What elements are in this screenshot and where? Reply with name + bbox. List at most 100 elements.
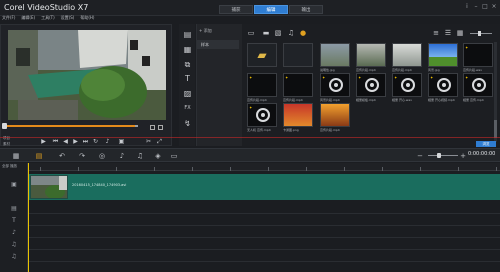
clip-name: 20160415_174840_174903.avi (72, 183, 127, 187)
library-thumbnail[interactable]: ✦ (283, 73, 313, 97)
zoom-out-icon[interactable]: − (416, 152, 424, 160)
library-thumbnail[interactable]: ✦ (463, 73, 493, 97)
path-icon[interactable]: ↯ (183, 119, 192, 128)
library-thumbnail[interactable]: ▰ (247, 43, 277, 67)
thumbnail-view-icon[interactable]: ▦ (456, 29, 464, 37)
previous-frame-icon[interactable]: ◀ (62, 138, 69, 145)
play-icon[interactable]: ▶ (40, 138, 47, 145)
music-track-icon[interactable]: ♫ (10, 241, 18, 248)
voice-track-icon[interactable]: ♪ (10, 229, 18, 236)
zoom-slider[interactable] (428, 155, 458, 156)
split-clip-icon[interactable]: ✂ (145, 138, 152, 145)
new-item-flag-icon: ✦ (249, 105, 253, 110)
maximize-icon[interactable]: □ (481, 3, 489, 11)
clip-thumbnail[interactable] (30, 175, 68, 199)
video-track[interactable] (28, 174, 500, 200)
thumb-size-slider[interactable] (470, 33, 492, 34)
motion-tracking-icon[interactable]: ◈ (154, 152, 162, 160)
menu-settings[interactable]: 设置(S) (61, 15, 75, 23)
tab-capture[interactable]: 捕获 (219, 5, 253, 14)
new-item-flag-icon: ✦ (322, 75, 326, 80)
library-thumbnail[interactable] (283, 103, 313, 127)
library-thumbnail-caption: 宣传片段.mp4 (247, 98, 267, 102)
instant-project-icon[interactable]: ▦ (183, 45, 192, 54)
end-icon[interactable]: ⏭ (82, 138, 89, 145)
library-scroll-thumb[interactable] (494, 120, 497, 138)
library-thumbnail[interactable]: ✦ (247, 73, 277, 97)
scrubber-handle[interactable] (2, 123, 7, 129)
title-track-icon[interactable]: T (10, 217, 18, 224)
enlarge-icon[interactable]: ⤢ (156, 138, 163, 145)
home-icon[interactable]: ⏮ (52, 138, 59, 145)
video-track-icon[interactable]: ▣ (10, 181, 18, 188)
list-view-icon[interactable]: ☰ (444, 29, 452, 37)
record-capture-icon[interactable]: ◎ (98, 152, 106, 160)
library-thumbnail[interactable]: ✦ (463, 43, 493, 67)
ruler-tick (78, 167, 79, 171)
tab-share[interactable]: 输出 (289, 5, 323, 14)
show-video-icon[interactable]: ▬ (262, 29, 270, 37)
zoom-slider-handle[interactable] (436, 153, 441, 158)
undo-icon[interactable]: ↶ (58, 152, 66, 160)
filter-icon[interactable]: FX (183, 104, 192, 113)
library-thumbnail[interactable]: ✦ (320, 73, 350, 97)
library-thumbnail-caption: 卡通图.png (283, 128, 299, 132)
library-thumbnail[interactable]: ✦ (428, 73, 458, 97)
show-audio-icon[interactable]: ♫ (287, 29, 295, 37)
new-item-flag-icon: ✦ (394, 75, 398, 80)
volume-icon[interactable]: ♪ (104, 138, 111, 145)
timeline-timecode[interactable]: 0:00:00:00 (468, 151, 495, 157)
info-icon[interactable]: i (463, 3, 471, 11)
library-thumbnail[interactable]: ✦ (392, 73, 422, 97)
timeline-ruler[interactable] (28, 163, 500, 171)
hd-icon[interactable]: ▣ (118, 138, 125, 145)
new-item-flag-icon: ✦ (249, 75, 253, 80)
repeat-icon[interactable]: ↻ (92, 138, 99, 145)
browse-button[interactable]: 浏览 (476, 141, 496, 147)
close-icon[interactable]: × (490, 3, 498, 11)
menu-help[interactable]: 帮助(H) (80, 15, 94, 23)
transition-icon[interactable]: ⧉ (183, 60, 192, 69)
menu-file[interactable]: 文件(F) (2, 15, 15, 23)
library-thumbnail[interactable] (392, 43, 422, 67)
music-track-2-icon[interactable]: ♫ (10, 253, 18, 260)
all-tracks-label[interactable]: 全部 播放 (2, 164, 17, 169)
thumb-size-handle[interactable] (478, 31, 481, 36)
add-folder-button[interactable]: + 添加 (199, 28, 212, 34)
show-photo-icon[interactable]: ▧ (274, 29, 282, 37)
library-thumbnail[interactable] (320, 103, 350, 127)
media-icon[interactable]: ▤ (183, 30, 192, 39)
storyboard-view-icon[interactable]: ▦ (12, 152, 20, 160)
library-thumbnail[interactable] (428, 43, 458, 67)
auto-music-icon[interactable]: ♫ (136, 152, 144, 160)
library-thumbnail[interactable] (320, 43, 350, 67)
next-frame-icon[interactable]: ▶ (72, 138, 79, 145)
redo-icon[interactable]: ↷ (78, 152, 86, 160)
zoom-in-icon[interactable]: + (459, 152, 467, 160)
sort-icon[interactable]: ≡ (432, 29, 440, 37)
import-media-icon[interactable]: ▭ (247, 29, 255, 37)
lock-icon[interactable]: ● (299, 29, 307, 37)
mode-clip-label[interactable]: 素材 (3, 141, 10, 147)
app-title: Corel VideoStudio X7 (4, 3, 89, 12)
library-thumbnail[interactable] (283, 43, 313, 67)
menu-edit[interactable]: 编辑(E) (21, 15, 35, 23)
new-item-flag-icon: ✦ (430, 75, 434, 80)
preview-video-frame[interactable] (8, 30, 166, 120)
mark-out-icon[interactable] (158, 125, 163, 130)
library-thumbnail[interactable]: ✦ (356, 73, 386, 97)
library-thumbnail[interactable]: ✦ (247, 103, 277, 127)
minimize-icon[interactable]: – (472, 3, 480, 11)
graphic-icon[interactable]: ▨ (183, 89, 192, 98)
sound-mixer-icon[interactable]: ♪ (118, 152, 126, 160)
menu-tools[interactable]: 工具(T) (41, 15, 55, 23)
tab-edit[interactable]: 编辑 (254, 5, 288, 14)
timeline-playhead[interactable] (28, 163, 29, 272)
mark-in-icon[interactable] (150, 125, 155, 130)
library-folder-samples[interactable]: 样本 (197, 40, 239, 49)
title-icon[interactable]: T (183, 74, 192, 83)
subtitle-editor-icon[interactable]: ▭ (170, 152, 178, 160)
overlay-track-icon[interactable]: ▤ (10, 205, 18, 212)
timeline-view-icon[interactable]: ▤ (35, 152, 43, 160)
library-thumbnail[interactable] (356, 43, 386, 67)
